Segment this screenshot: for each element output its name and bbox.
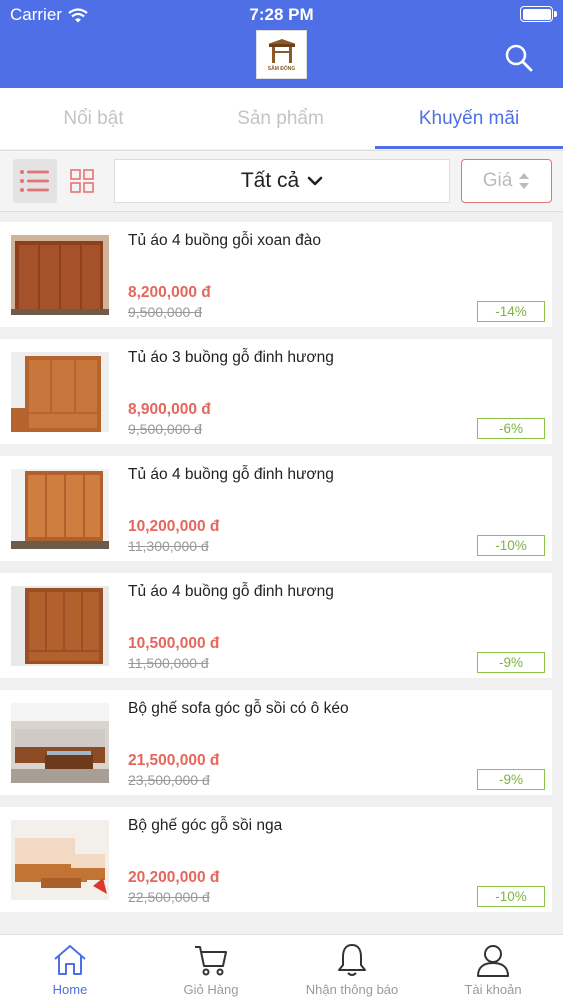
product-image [11, 352, 109, 432]
brand-logo[interactable]: SÂM ĐÔNG [256, 30, 307, 79]
product-price: 10,200,000 đ [128, 518, 220, 535]
product-image [11, 469, 109, 549]
search-icon [505, 44, 533, 72]
sort-label: Giá [482, 170, 513, 191]
product-price: 8,900,000 đ [128, 401, 211, 418]
product-image [11, 703, 109, 783]
search-button[interactable] [503, 42, 535, 74]
product-price: 21,500,000 đ [128, 752, 220, 769]
product-name: Tủ áo 4 buồng gỗi xoan đào [128, 232, 322, 249]
product-image [11, 820, 109, 900]
product-card[interactable]: Bộ ghế sofa góc gỗ sồi có ô kéo 21,500,0… [0, 690, 552, 795]
product-card[interactable]: Tủ áo 4 buồng gỗ đinh hương 10,200,000 đ… [0, 456, 552, 561]
list-icon [20, 170, 49, 192]
product-old-price: 22,500,000 đ [128, 889, 210, 905]
product-card[interactable]: Tủ áo 4 buồng gỗ đinh hương 10,500,000 đ… [0, 573, 552, 678]
status-time: 7:28 PM [249, 5, 314, 24]
battery-icon [520, 6, 557, 22]
sort-icon [519, 173, 530, 189]
filter-toolbar: Tất cả Giá [0, 150, 563, 212]
price-sort-button[interactable]: Giá [461, 159, 552, 203]
nav-cart-label: Giỏ Hàng [183, 982, 239, 997]
product-price: 20,200,000 đ [128, 869, 220, 886]
product-old-price: 9,500,000 đ [128, 304, 202, 320]
product-name: Tủ áo 4 buồng gỗ đinh hương [128, 466, 334, 483]
nav-account-label: Tài khoản [464, 982, 522, 997]
bell-icon [338, 944, 366, 976]
logo-text: SÂM ĐÔNG [267, 65, 296, 72]
nav-home-label: Home [52, 982, 88, 997]
grid-icon [70, 169, 94, 193]
tab-bar: Nổi bật Sản phẩm Khuyến mãi [0, 88, 563, 149]
product-old-price: 11,500,000 đ [128, 655, 209, 671]
product-old-price: 23,500,000 đ [128, 772, 210, 788]
discount-badge: -10% [477, 535, 545, 556]
tab-promotions[interactable]: Khuyến mãi [375, 88, 563, 149]
gate-icon [267, 38, 296, 63]
product-price: 8,200,000 đ [128, 284, 211, 301]
product-name: Bộ ghế góc gỗ sồi nga [128, 817, 283, 834]
nav-account[interactable]: Tài khoản [423, 935, 563, 1000]
filter-label: Tất cả [240, 169, 300, 192]
product-card[interactable]: Bộ ghế góc gỗ sồi nga 20,200,000 đ 22,50… [0, 807, 552, 912]
user-icon [477, 945, 509, 977]
discount-badge: -10% [477, 886, 545, 907]
category-filter-select[interactable]: Tất cả [114, 159, 450, 203]
bottom-tab-bar: Home Giỏ Hàng Nhận thông báo Tài khoản [0, 934, 563, 1000]
home-icon [54, 945, 86, 975]
chevron-down-icon [307, 176, 323, 186]
product-name: Tủ áo 3 buồng gỗ đinh hương [128, 349, 334, 366]
product-old-price: 11,300,000 đ [128, 538, 209, 554]
tab-products[interactable]: Sản phẩm [187, 88, 374, 149]
discount-badge: -9% [477, 769, 545, 790]
list-view-button[interactable] [13, 159, 57, 203]
nav-home[interactable]: Home [0, 935, 140, 1000]
discount-badge: -14% [477, 301, 545, 322]
product-card[interactable]: Tủ áo 3 buồng gỗ đinh hương 8,900,000 đ … [0, 339, 552, 444]
product-image [11, 586, 109, 666]
nav-notifications[interactable]: Nhận thông báo [282, 935, 422, 1000]
product-name: Tủ áo 4 buồng gỗ đinh hương [128, 583, 334, 600]
app-header: Carrier 7:28 PM SÂM ĐÔNG [0, 0, 563, 88]
discount-badge: -9% [477, 652, 545, 673]
status-bar: Carrier 7:28 PM [0, 0, 563, 30]
nav-cart[interactable]: Giỏ Hàng [141, 935, 281, 1000]
nav-notifications-label: Nhận thông báo [305, 982, 399, 997]
product-old-price: 9,500,000 đ [128, 421, 202, 437]
product-name: Bộ ghế sofa góc gỗ sồi có ô kéo [128, 700, 349, 717]
discount-badge: -6% [477, 418, 545, 439]
tab-featured[interactable]: Nổi bật [0, 88, 187, 149]
cart-icon [195, 946, 227, 976]
grid-view-button[interactable] [60, 159, 104, 203]
product-card[interactable]: Tủ áo 4 buồng gỗi xoan đào 8,200,000 đ 9… [0, 222, 552, 327]
active-tab-indicator [375, 146, 563, 149]
product-price: 10,500,000 đ [128, 635, 220, 652]
product-image [11, 235, 109, 315]
